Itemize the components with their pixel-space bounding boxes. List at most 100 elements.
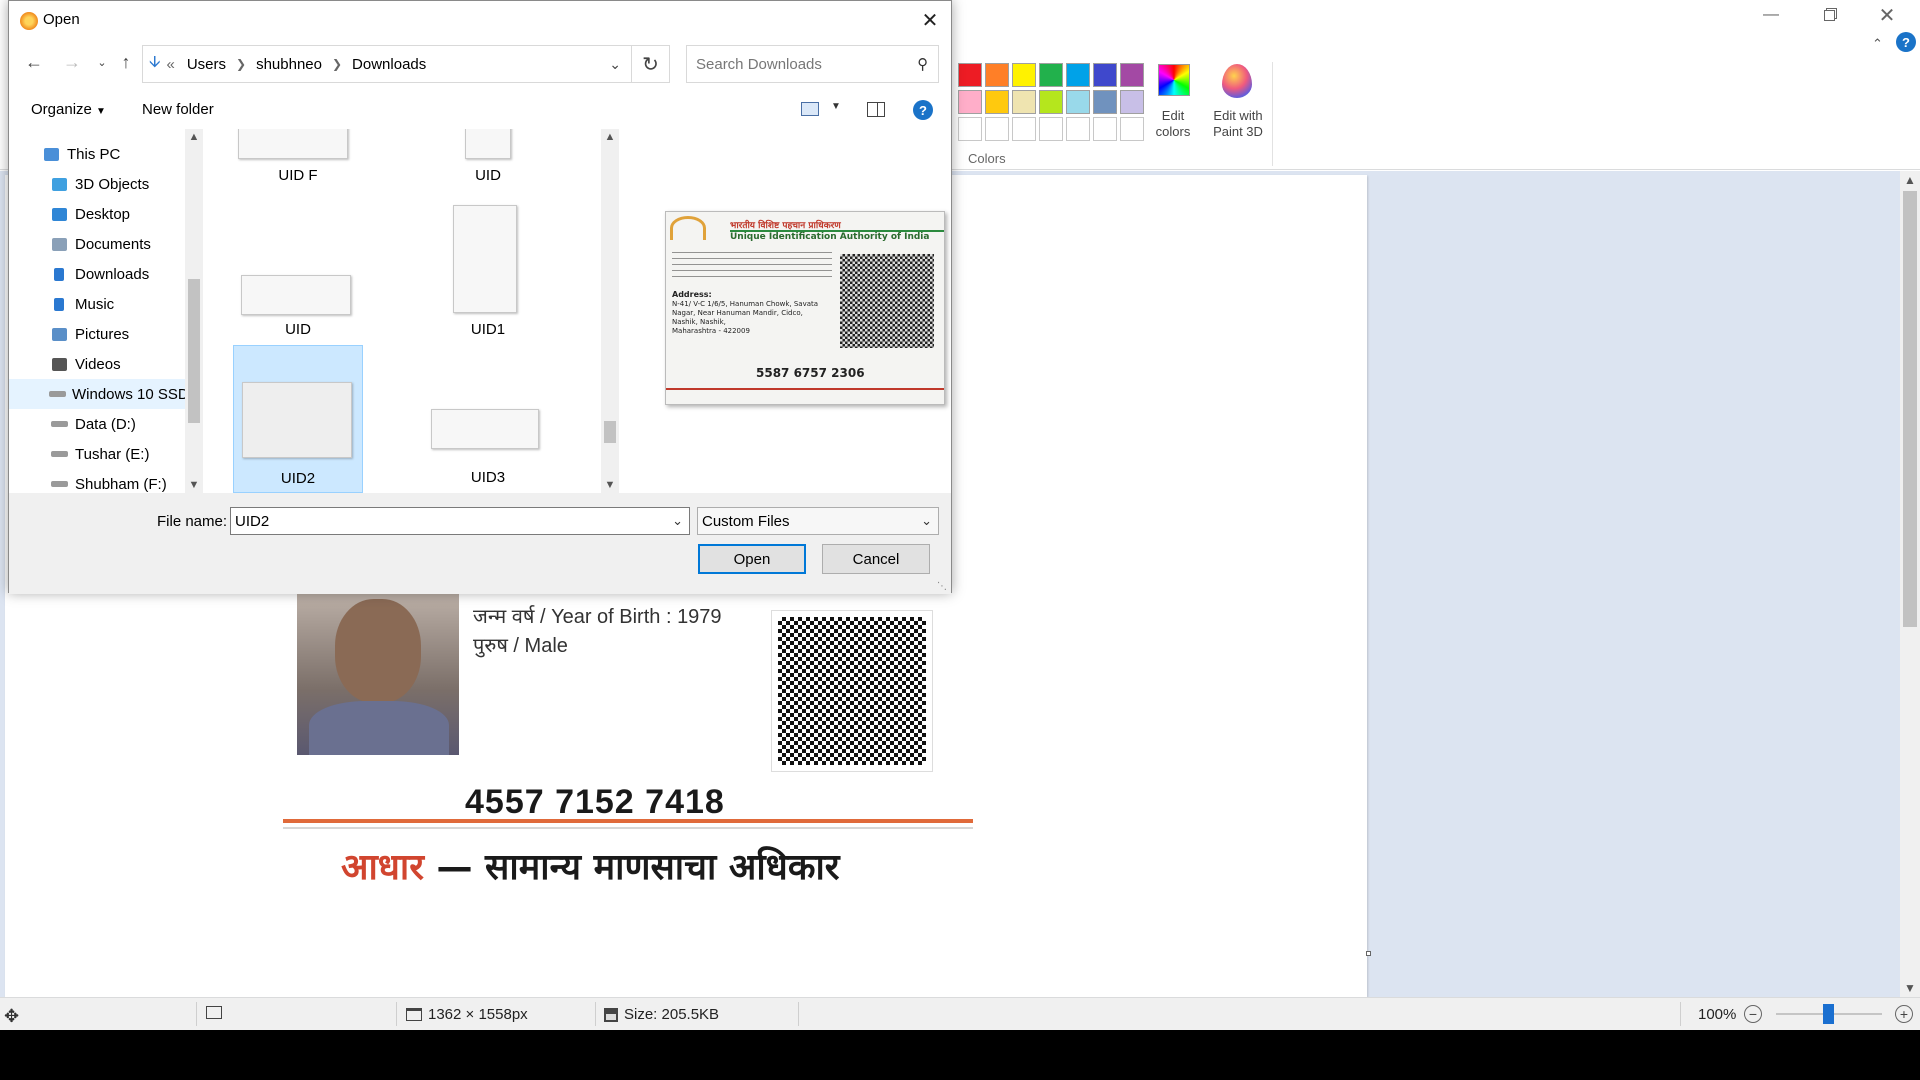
- organize-button[interactable]: Organize ▼: [31, 101, 106, 118]
- tree-item[interactable]: Documents: [9, 229, 193, 259]
- dropdown-arrow-icon: ▼: [831, 101, 841, 112]
- dialog-bottom: File name: UID2 ⌄ Custom Files ⌄ Open Ca…: [9, 493, 951, 594]
- tree-item[interactable]: 3D Objects: [9, 169, 193, 199]
- canvas-resize-handle[interactable]: [1366, 951, 1371, 956]
- color-swatch[interactable]: [1120, 90, 1144, 114]
- address-dropdown-icon[interactable]: ⌄: [609, 56, 621, 73]
- breadcrumb-downloads[interactable]: Downloads: [352, 56, 426, 73]
- tree-item[interactable]: Downloads: [9, 259, 193, 289]
- tree-item[interactable]: Desktop: [9, 199, 193, 229]
- color-swatch[interactable]: [1120, 63, 1144, 87]
- collapse-ribbon-button[interactable]: ⌃: [1872, 36, 1883, 52]
- custom-color-swatch[interactable]: [1039, 117, 1063, 141]
- refresh-button[interactable]: ↻: [632, 45, 670, 83]
- color-swatch[interactable]: [958, 90, 982, 114]
- file-item-selected[interactable]: UID2: [233, 345, 363, 493]
- breadcrumb-users[interactable]: Users: [187, 56, 226, 73]
- scroll-down-icon[interactable]: ▼: [1900, 981, 1920, 995]
- custom-color-swatch[interactable]: [1012, 117, 1036, 141]
- preview-pane-icon[interactable]: [867, 102, 885, 117]
- help-icon: ?: [919, 102, 927, 118]
- recent-locations-button[interactable]: ⌄: [89, 49, 115, 75]
- tree-item[interactable]: Windows 10 SSD: [9, 379, 189, 409]
- file-item[interactable]: UID: [423, 129, 553, 185]
- back-button[interactable]: ←: [21, 49, 47, 75]
- dialog-help-button[interactable]: ?: [913, 100, 933, 120]
- restore-button[interactable]: [1800, 0, 1858, 30]
- scroll-up-icon[interactable]: ▲: [185, 131, 203, 143]
- custom-color-swatch[interactable]: [1066, 117, 1090, 141]
- scroll-down-icon[interactable]: ▼: [185, 479, 203, 491]
- scroll-up-icon[interactable]: ▲: [1900, 173, 1920, 187]
- edit-paint3d-button[interactable]: Edit with Paint 3D: [1208, 62, 1268, 144]
- help-button[interactable]: ?: [1896, 32, 1916, 52]
- aadhaar-logo: [670, 216, 706, 240]
- file-name-input[interactable]: UID2 ⌄: [230, 507, 690, 535]
- scroll-down-icon[interactable]: ▼: [601, 479, 619, 491]
- color-swatch[interactable]: [958, 63, 982, 87]
- tree-item[interactable]: Videos: [9, 349, 193, 379]
- nav-scroll-thumb[interactable]: [188, 279, 200, 423]
- minimize-button[interactable]: —: [1742, 0, 1800, 30]
- color-swatch[interactable]: [1012, 63, 1036, 87]
- canvas-scroll-thumb[interactable]: [1903, 191, 1917, 627]
- color-swatch[interactable]: [1066, 90, 1090, 114]
- color-swatch[interactable]: [1039, 90, 1063, 114]
- up-button[interactable]: ↑: [113, 49, 139, 75]
- chevron-down-icon[interactable]: ⌄: [672, 513, 683, 529]
- file-name: UID F: [278, 167, 318, 184]
- cancel-button[interactable]: Cancel: [822, 544, 930, 574]
- dialog-close-button[interactable]: ✕: [909, 1, 951, 39]
- custom-color-swatch[interactable]: [985, 117, 1009, 141]
- color-swatch[interactable]: [1012, 90, 1036, 114]
- tree-item[interactable]: Music: [9, 289, 193, 319]
- file-item[interactable]: UID3: [423, 345, 553, 489]
- file-name-label: File name:: [157, 513, 228, 530]
- view-options-dropdown[interactable]: ▼: [831, 101, 841, 112]
- zoom-slider-thumb[interactable]: [1823, 1004, 1834, 1024]
- color-swatch[interactable]: [985, 63, 1009, 87]
- custom-color-swatch[interactable]: [958, 117, 982, 141]
- file-item[interactable]: UID1: [423, 189, 553, 338]
- file-scroll-thumb[interactable]: [604, 421, 616, 443]
- drive-icon: [49, 415, 69, 433]
- zoom-out-button[interactable]: −: [1744, 1005, 1762, 1023]
- color-swatch[interactable]: [1093, 90, 1117, 114]
- forward-button[interactable]: →: [59, 49, 85, 75]
- tree-item[interactable]: Shubham (F:): [9, 469, 193, 493]
- custom-color-swatch[interactable]: [1093, 117, 1117, 141]
- tree-item[interactable]: Tushar (E:): [9, 439, 193, 469]
- color-swatch[interactable]: [1039, 63, 1063, 87]
- scroll-up-icon[interactable]: ▲: [601, 131, 619, 143]
- tree-item-label: Downloads: [75, 265, 150, 283]
- preview-address: N-41/ V-C 1/6/5, Hanuman Chowk, Savata N…: [672, 300, 842, 336]
- breadcrumb-shubhneo[interactable]: shubhneo: [256, 56, 322, 73]
- file-type-select[interactable]: Custom Files ⌄: [697, 507, 939, 535]
- breadcrumb-overflow[interactable]: «: [167, 56, 175, 73]
- resize-grip-icon[interactable]: ⋱: [937, 581, 947, 592]
- address-bar[interactable]: 🡫 « Users ❯ shubhneo ❯ Downloads ⌄: [142, 45, 632, 83]
- nav-pane-scrollbar[interactable]: ▲ ▼: [185, 129, 203, 493]
- tree-item[interactable]: Pictures: [9, 319, 193, 349]
- tree-item[interactable]: Data (D:): [9, 409, 193, 439]
- color-swatch[interactable]: [1066, 63, 1090, 87]
- close-window-button[interactable]: ✕: [1858, 0, 1916, 30]
- change-view-icon[interactable]: [801, 102, 819, 116]
- tree-item[interactable]: This PC: [9, 139, 193, 169]
- color-swatch[interactable]: [1093, 63, 1117, 87]
- file-item[interactable]: UID: [233, 189, 363, 338]
- canvas-vertical-scrollbar[interactable]: ▲ ▼: [1900, 171, 1920, 997]
- search-input[interactable]: Search Downloads ⚲: [686, 45, 939, 83]
- edit-colors-button[interactable]: Edit colors: [1150, 62, 1196, 144]
- file-list-scrollbar[interactable]: ▲ ▼: [601, 129, 619, 493]
- search-icon: ⚲: [917, 56, 928, 73]
- open-button[interactable]: Open: [698, 544, 806, 574]
- custom-color-swatch[interactable]: [1120, 117, 1144, 141]
- preview-address-line: N-41/ V-C 1/6/5, Hanuman Chowk, Savata: [672, 300, 819, 308]
- new-folder-button[interactable]: New folder: [142, 101, 214, 118]
- color-swatch[interactable]: [985, 90, 1009, 114]
- file-item[interactable]: UID F: [233, 129, 363, 185]
- paint-app-icon: [20, 12, 38, 30]
- zoom-in-button[interactable]: +: [1895, 1005, 1913, 1023]
- chevron-down-icon: ⌄: [97, 56, 107, 69]
